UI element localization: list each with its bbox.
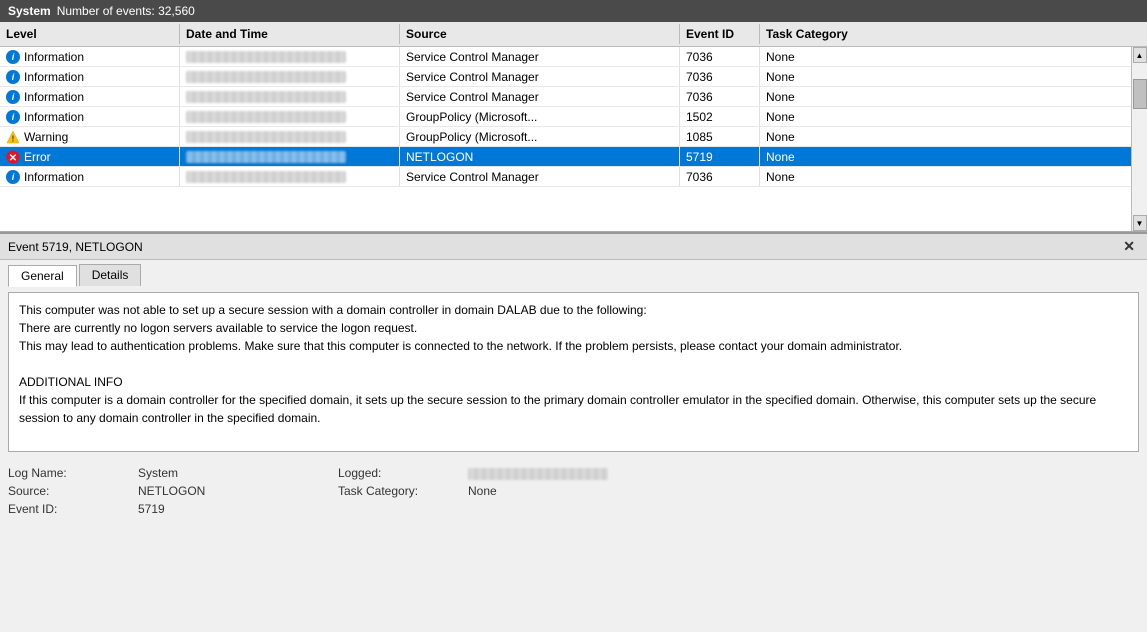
row-eventid: 1085 [680,127,760,146]
row-source: Service Control Manager [400,167,680,186]
table-row[interactable]: iInformation Service Control Manager 703… [0,167,1131,187]
logged-label: Logged: [338,466,468,480]
row-source: Service Control Manager [400,87,680,106]
row-level: iInformation [0,47,180,66]
task-category-label: Task Category: [338,484,468,498]
event-table-header: Level Date and Time Source Event ID Task… [0,22,1147,47]
col-header-datetime[interactable]: Date and Time [180,24,400,44]
source-label: Source: [8,484,138,498]
logged-value [468,466,1139,480]
title-bar: System Number of events: 32,560 [0,0,1147,22]
col-header-eventid[interactable]: Event ID [680,24,760,44]
datetime-blur [186,51,346,63]
row-datetime [180,67,400,86]
event-detail-section: Event 5719, NETLOGON ✕ General Details T… [0,232,1147,520]
row-level: iInformation [0,67,180,86]
row-source: Service Control Manager [400,67,680,86]
row-eventid: 7036 [680,67,760,86]
row-source: GroupPolicy (Microsoft... [400,127,680,146]
tab-general[interactable]: General [8,265,77,287]
col-header-source[interactable]: Source [400,24,680,44]
row-datetime [180,47,400,66]
log-name-label: Log Name: [8,466,138,480]
scrollbar[interactable]: ▲ ▼ [1131,47,1147,231]
info-icon: i [6,170,20,184]
row-category: None [760,107,1131,126]
logged-blur [468,468,608,480]
info-icon: i [6,110,20,124]
datetime-blur [186,111,346,123]
datetime-blur [186,151,346,163]
info-icon: i [6,50,20,64]
svg-text:!: ! [12,134,15,143]
row-source: NETLOGON [400,147,680,166]
row-eventid: 7036 [680,167,760,186]
row-category: None [760,147,1131,166]
col-header-level[interactable]: Level [0,24,180,44]
table-row[interactable]: iInformation Service Control Manager 703… [0,47,1131,67]
warning-icon: ! [6,130,20,144]
event-id-label: Event ID: [8,502,138,516]
event-table-section: Level Date and Time Source Event ID Task… [0,22,1147,232]
svg-text:✕: ✕ [9,153,17,164]
table-row[interactable]: ! Warning GroupPolicy (Microsoft... 1085… [0,127,1131,147]
event-message-box: This computer was not able to set up a s… [8,292,1139,452]
row-datetime [180,87,400,106]
close-button[interactable]: ✕ [1119,238,1139,255]
row-eventid: 1502 [680,107,760,126]
event-message-text: This computer was not able to set up a s… [19,303,1096,425]
row-source: Service Control Manager [400,47,680,66]
detail-content: This computer was not able to set up a s… [0,286,1147,458]
row-category: None [760,127,1131,146]
datetime-blur [186,71,346,83]
event-id-value: 5719 [138,502,338,516]
log-name-value: System [138,466,338,480]
row-category: None [760,67,1131,86]
datetime-blur [186,171,346,183]
info-icon: i [6,70,20,84]
table-row-selected[interactable]: ✕ Error NETLOGON 5719 None [0,147,1131,167]
row-category: None [760,87,1131,106]
event-detail-header: Event 5719, NETLOGON ✕ [0,234,1147,260]
row-eventid: 5719 [680,147,760,166]
title-event-count: Number of events: 32,560 [57,4,195,18]
tab-bar: General Details [0,260,1147,286]
table-row[interactable]: iInformation GroupPolicy (Microsoft... 1… [0,107,1131,127]
scroll-down-arrow[interactable]: ▼ [1133,215,1147,231]
table-with-scroll: iInformation Service Control Manager 703… [0,47,1147,231]
datetime-blur [186,91,346,103]
tab-details[interactable]: Details [79,264,142,286]
row-level: iInformation [0,87,180,106]
col-header-category[interactable]: Task Category [760,24,1147,44]
scroll-thumb[interactable] [1133,79,1147,109]
metadata-section: Log Name: System Logged: Source: NETLOGO… [0,458,1147,520]
row-eventid: 7036 [680,87,760,106]
scroll-up-arrow[interactable]: ▲ [1133,47,1147,63]
row-source: GroupPolicy (Microsoft... [400,107,680,126]
row-level: iInformation [0,107,180,126]
title-system-label: System [8,4,51,18]
source-value: NETLOGON [138,484,338,498]
datetime-blur [186,131,346,143]
row-category: None [760,167,1131,186]
table-row[interactable]: iInformation Service Control Manager 703… [0,87,1131,107]
error-icon: ✕ [6,150,20,164]
row-level: ! Warning [0,127,180,146]
row-datetime [180,107,400,126]
row-level: iInformation [0,167,180,186]
row-category: None [760,47,1131,66]
event-detail-title: Event 5719, NETLOGON [8,240,143,254]
task-category-value: None [468,484,1139,498]
row-datetime [180,167,400,186]
row-eventid: 7036 [680,47,760,66]
table-row[interactable]: iInformation Service Control Manager 703… [0,67,1131,87]
row-datetime [180,147,400,166]
row-level: ✕ Error [0,147,180,166]
info-icon: i [6,90,20,104]
row-datetime [180,127,400,146]
event-table-body: iInformation Service Control Manager 703… [0,47,1131,231]
